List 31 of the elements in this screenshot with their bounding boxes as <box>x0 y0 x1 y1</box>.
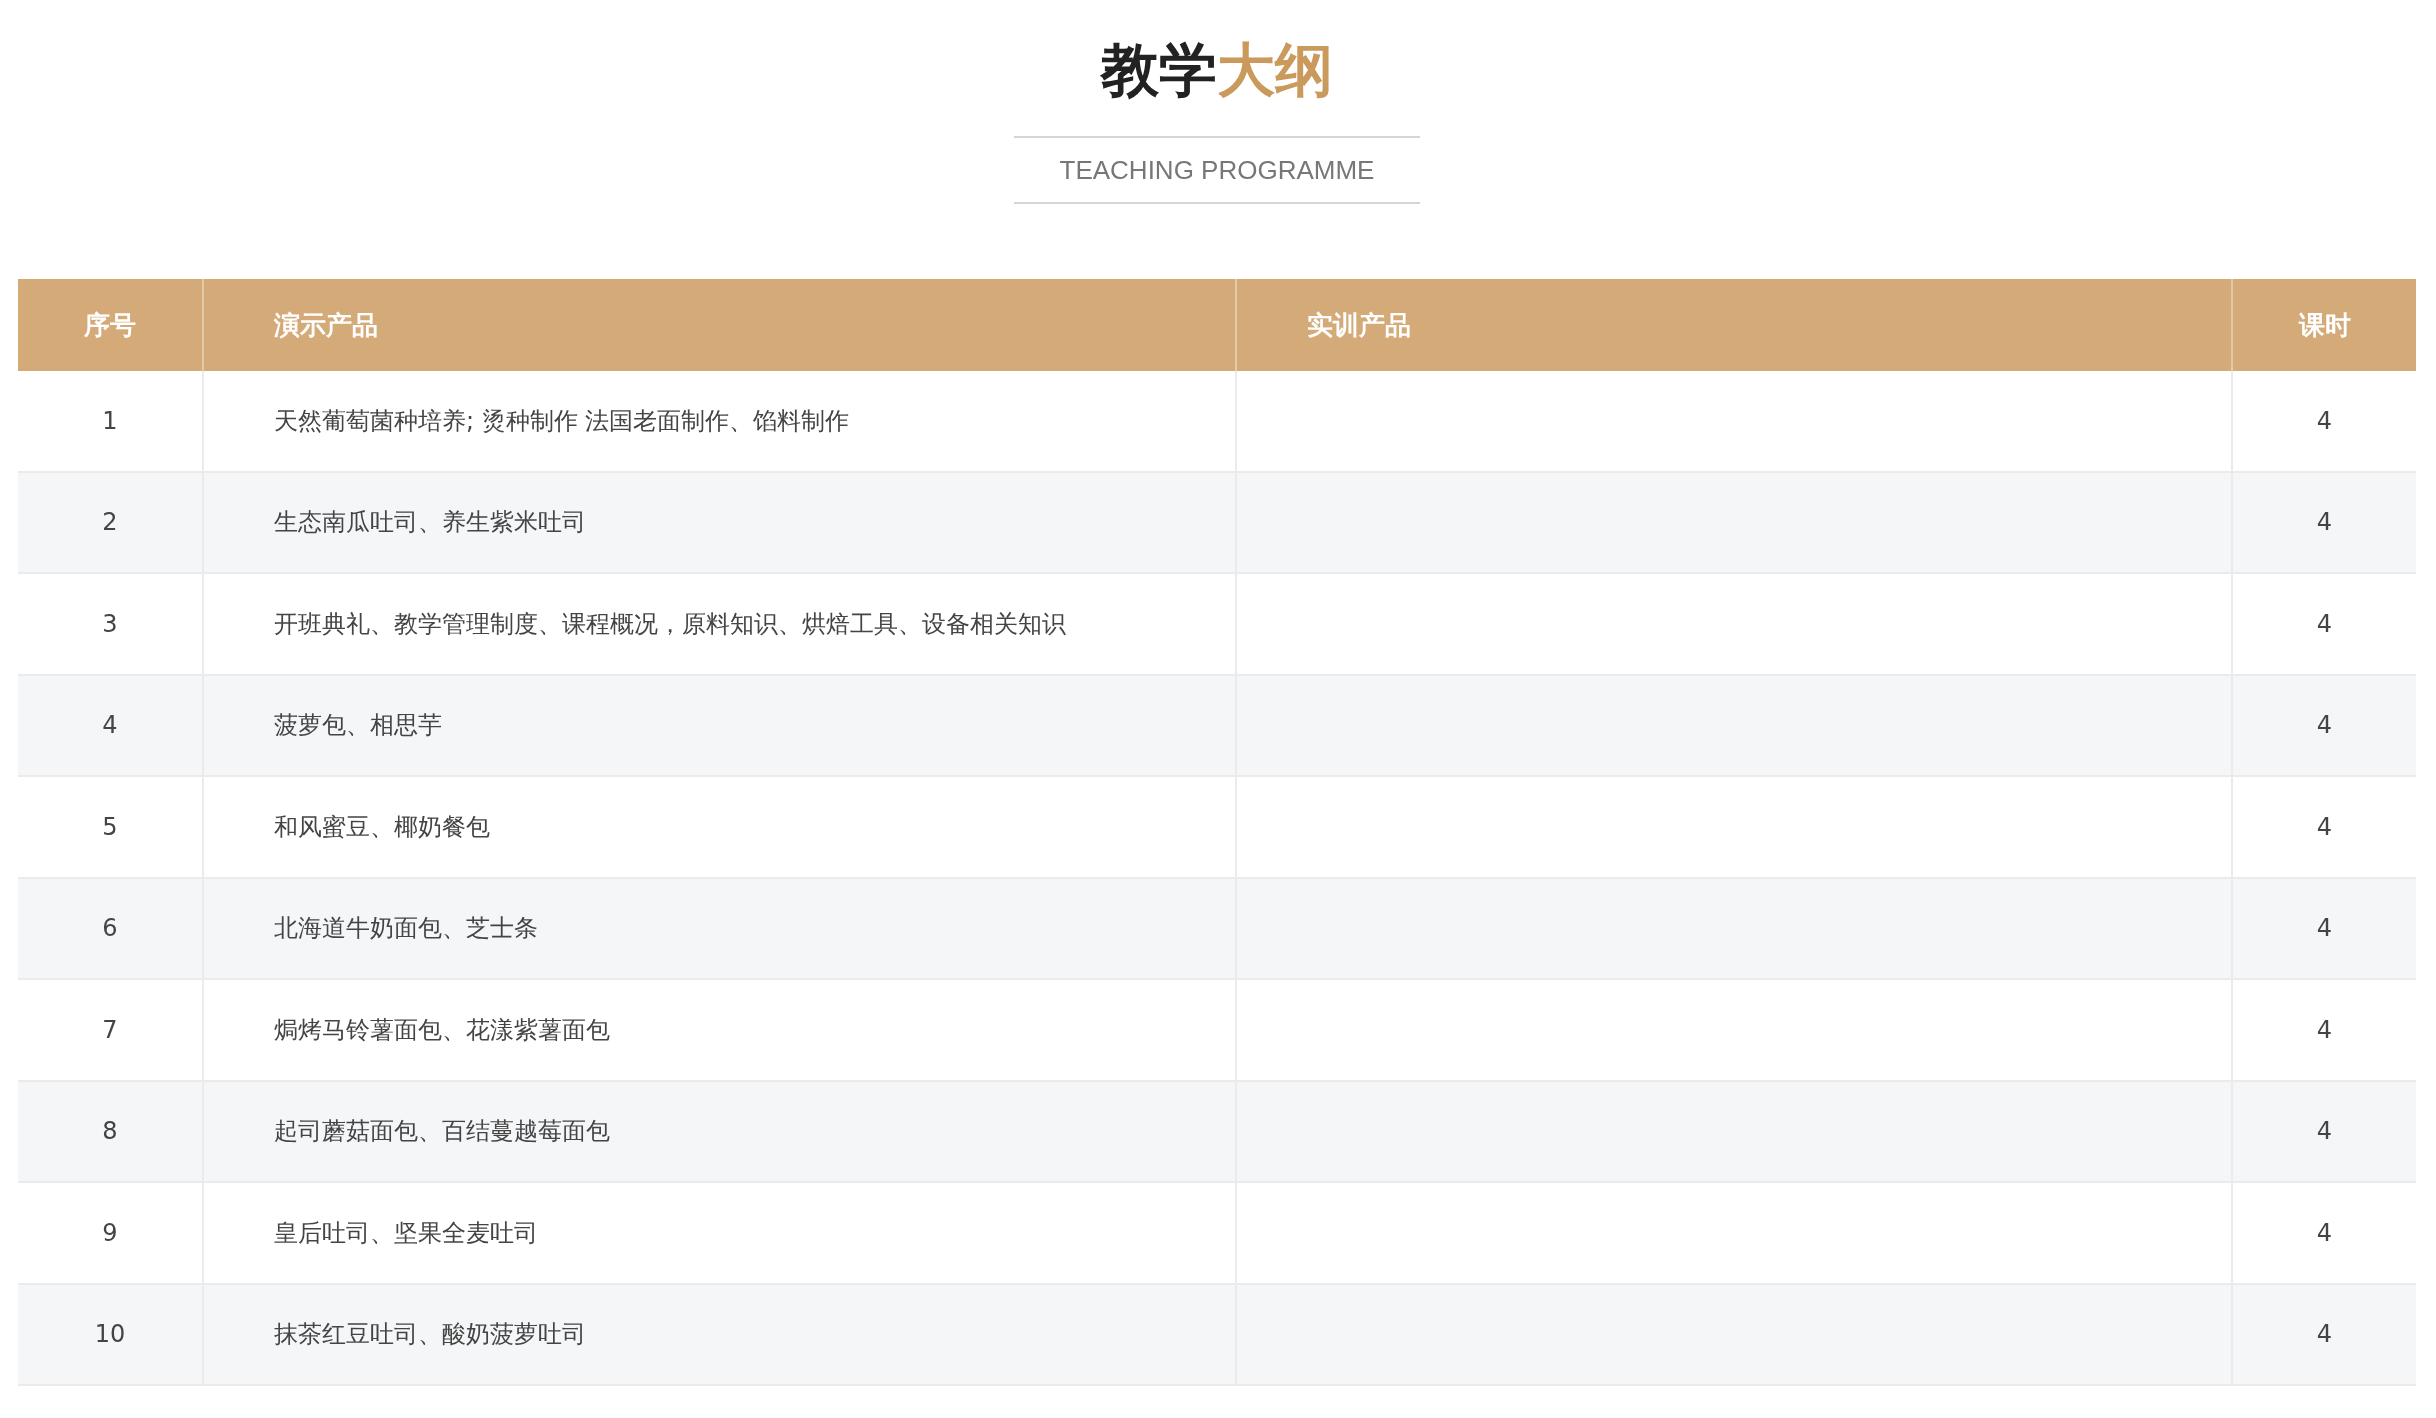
table-cell: 焗烤马铃薯面包、花漾紫薯面包 <box>202 980 1235 1082</box>
table-cell: 北海道牛奶面包、芝士条 <box>202 878 1235 980</box>
table-cell: 8 <box>18 1081 202 1183</box>
table-cell: 生态南瓜吐司、养生紫米吐司 <box>202 472 1235 574</box>
table-cell: 10 <box>18 1284 202 1386</box>
page-title: 教学大纲 <box>1101 35 1333 106</box>
table-cell: 皇后吐司、坚果全麦吐司 <box>202 1183 1235 1285</box>
table-cell: 4 <box>2231 1183 2416 1285</box>
table-cell: 天然葡萄菌种培养; 烫种制作 法国老面制作、馅料制作 <box>202 371 1235 473</box>
column-header: 实训产品 <box>1235 279 2231 371</box>
column-header: 演示产品 <box>202 279 1235 371</box>
table-cell: 4 <box>2231 878 2416 980</box>
table-cell: 抹茶红豆吐司、酸奶菠萝吐司 <box>202 1284 1235 1386</box>
table-cell: 4 <box>2231 472 2416 574</box>
table-cell: 4 <box>2231 1284 2416 1386</box>
table-cell: 4 <box>2231 371 2416 473</box>
table-cell: 开班典礼、教学管理制度、课程概况，原料知识、烘焙工具、设备相关知识 <box>202 574 1235 676</box>
table-cell: 起司蘑菇面包、百结蔓越莓面包 <box>202 1081 1235 1183</box>
table-cell: 和风蜜豆、椰奶餐包 <box>202 777 1235 879</box>
table-cell: 4 <box>2231 574 2416 676</box>
page-subtitle: TEACHING PROGRAMME <box>1059 154 1375 187</box>
table-cell: 4 <box>18 675 202 777</box>
table-cell: 4 <box>2231 980 2416 1082</box>
table-cell: 6 <box>18 878 202 980</box>
column-header: 序号 <box>18 279 202 371</box>
column-header: 课时 <box>2231 279 2416 371</box>
table-cell: 2 <box>18 472 202 574</box>
table-cell: 4 <box>2231 675 2416 777</box>
table-cell: 4 <box>2231 1081 2416 1183</box>
table-cell: 菠萝包、相思芋 <box>202 675 1235 777</box>
table-cell: 4 <box>2231 777 2416 879</box>
